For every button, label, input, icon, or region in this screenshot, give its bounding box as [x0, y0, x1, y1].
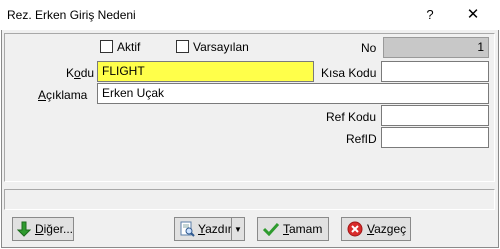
aciklama-label-accel: A	[38, 88, 47, 102]
window-title: Rez. Erken Giriş Nedeni	[7, 8, 136, 22]
kodu-label-accel: o	[74, 66, 81, 80]
vazgec-label: Vazgeç	[367, 222, 406, 236]
aciklama-label: Açıklama	[38, 88, 87, 102]
diger-accel: D	[34, 222, 44, 236]
aciklama-label-part: çıklama	[46, 88, 88, 102]
title-bar: Rez. Erken Giriş Nedeni ? ✕	[0, 0, 500, 30]
vazgec-button[interactable]: Vazgeç	[341, 217, 411, 241]
yazdir-button[interactable]: Yazdır	[174, 217, 232, 241]
kodu-label-part: du	[80, 66, 95, 80]
no-field: 1	[383, 37, 489, 58]
close-button[interactable]: ✕	[456, 4, 490, 26]
status-bar	[4, 189, 495, 210]
yazdir-label-part: azdır	[205, 222, 232, 236]
vazgec-label-part: azgeç	[374, 222, 407, 236]
kodu-input[interactable]: FLIGHT	[97, 61, 314, 82]
diger-label-part: iğer...	[43, 222, 73, 236]
cancel-icon	[346, 220, 364, 238]
yazdir-label: Yazdır	[198, 222, 232, 236]
chevron-down-icon: ▼	[234, 224, 242, 234]
check-icon	[262, 220, 280, 238]
tamam-label-part: amam	[289, 222, 323, 236]
print-preview-icon	[179, 220, 195, 238]
refid-input[interactable]	[381, 127, 489, 148]
tamam-button[interactable]: Tamam	[257, 217, 329, 241]
no-label: No	[361, 41, 377, 55]
diger-label: Diğer...	[35, 222, 73, 236]
kodu-label-part: K	[66, 66, 75, 80]
kisa-kodu-label: Kısa Kodu	[321, 66, 377, 80]
varsayilan-label: Varsayılan	[193, 40, 249, 54]
tamam-label: Tamam	[283, 222, 322, 236]
kodu-label: Kodu	[66, 66, 94, 80]
kisa-kodu-input[interactable]	[381, 61, 489, 82]
aktif-label: Aktif	[117, 40, 141, 54]
yazdir-dropdown-button[interactable]: ▼	[231, 217, 245, 241]
varsayilan-checkbox[interactable]	[176, 40, 189, 53]
aktif-checkbox[interactable]	[100, 40, 113, 53]
ref-kodu-label: Ref Kodu	[326, 110, 377, 124]
diger-button[interactable]: Diğer...	[12, 217, 74, 241]
help-button[interactable]: ?	[416, 4, 444, 26]
aciklama-input[interactable]: Erken Uçak	[97, 83, 489, 104]
arrow-down-icon	[17, 220, 32, 238]
ref-kodu-input[interactable]	[381, 105, 489, 126]
refid-label: RefID	[346, 132, 377, 146]
